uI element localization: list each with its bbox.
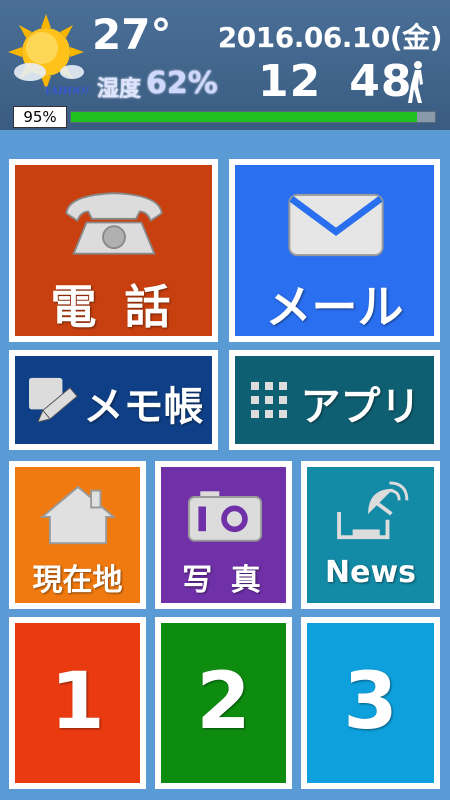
battery-bar-fill (71, 112, 417, 122)
envelope-icon (288, 193, 384, 257)
news-tile[interactable]: News (301, 461, 440, 609)
apps-label: アプリ (300, 384, 421, 430)
camera-icon (187, 491, 263, 542)
weather-provider: YAHOO! (44, 86, 90, 97)
walking-person-icon[interactable] (404, 60, 430, 106)
satellite-dish-icon (337, 481, 409, 540)
phone-label: 電 話 (50, 280, 177, 334)
apps-tile[interactable]: アプリ (229, 350, 440, 450)
date: 2016.06.10(金) (217, 21, 443, 54)
speed-dial-1-tile[interactable]: 1 (9, 617, 146, 789)
memo-label: メモ帳 (83, 384, 204, 430)
speed-dial-3-label: 3 (343, 657, 398, 747)
location-tile[interactable]: 現在地 (9, 461, 146, 609)
status-header: YAHOO! 27° 湿度 62% 2016.06.10(金) 12 48 95% (0, 0, 450, 130)
sun-icon (8, 14, 84, 90)
clock-minute: 48 (349, 56, 413, 107)
grid-icon (251, 382, 287, 418)
home-icon (40, 485, 116, 545)
battery-bar (70, 111, 436, 123)
memo-tile[interactable]: メモ帳 (9, 350, 218, 450)
speed-dial-2-tile[interactable]: 2 (155, 617, 292, 789)
speed-dial-3-tile[interactable]: 3 (301, 617, 440, 789)
speed-dial-2-label: 2 (196, 657, 251, 747)
mail-label: メール (265, 280, 404, 334)
humidity-label: 湿度 (97, 77, 142, 102)
mail-tile[interactable]: メール (229, 159, 440, 342)
clock-hour: 12 (258, 56, 322, 107)
phone-tile[interactable]: 電 話 (9, 159, 218, 342)
battery-percentage: 95% (13, 106, 67, 128)
temperature: 27° (92, 10, 172, 59)
humidity-value: 62% (146, 66, 218, 101)
photo-label: 写 真 (182, 563, 265, 598)
location-label: 現在地 (32, 563, 123, 598)
clock: 12 48 (258, 56, 412, 107)
speed-dial-1-label: 1 (50, 657, 105, 747)
photo-tile[interactable]: 写 真 (155, 461, 292, 609)
phone-icon (65, 192, 163, 255)
news-label: News (324, 555, 417, 590)
